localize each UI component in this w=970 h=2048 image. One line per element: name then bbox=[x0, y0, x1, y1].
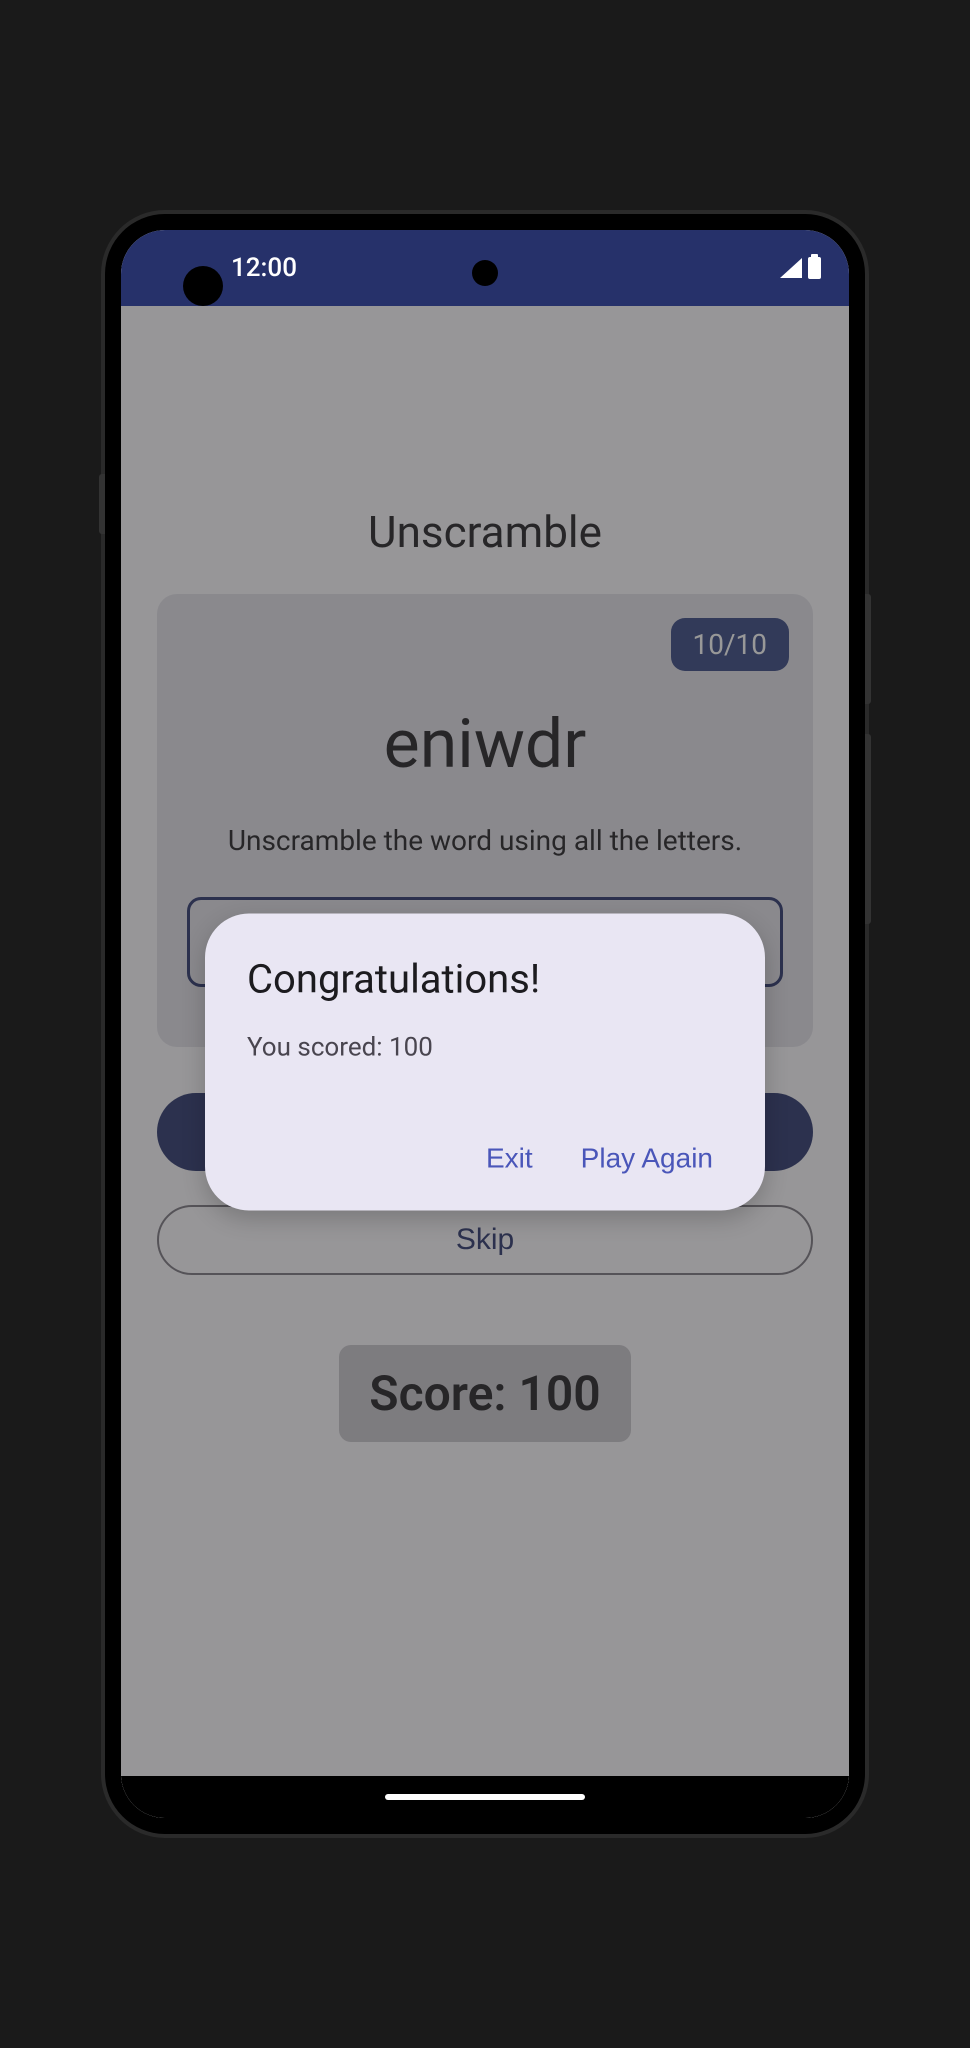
dialog-body: You scored: 100 bbox=[247, 1033, 723, 1063]
side-button-left bbox=[99, 474, 105, 534]
status-indicators bbox=[780, 257, 821, 279]
hole-punch-camera bbox=[472, 260, 498, 286]
battery-icon bbox=[808, 257, 821, 279]
signal-icon bbox=[780, 258, 802, 278]
screen: 12:00 Unscramble 10/10 eniwdr Unscramble… bbox=[121, 230, 849, 1818]
phone-frame: 12:00 Unscramble 10/10 eniwdr Unscramble… bbox=[105, 214, 865, 1834]
dialog-actions: Exit Play Again bbox=[247, 1143, 723, 1175]
side-button-2 bbox=[865, 734, 871, 924]
dialog-title: Congratulations! bbox=[247, 956, 723, 1003]
play-again-button[interactable]: Play Again bbox=[581, 1143, 713, 1175]
status-time: 12:00 bbox=[231, 253, 297, 283]
nav-pill[interactable] bbox=[385, 1794, 585, 1800]
app-content: Unscramble 10/10 eniwdr Unscramble the w… bbox=[121, 306, 849, 1818]
nav-bar bbox=[121, 1776, 849, 1818]
game-over-dialog: Congratulations! You scored: 100 Exit Pl… bbox=[205, 914, 765, 1211]
front-camera-cutout bbox=[183, 266, 223, 306]
side-button-1 bbox=[865, 594, 871, 704]
exit-button[interactable]: Exit bbox=[486, 1143, 533, 1175]
